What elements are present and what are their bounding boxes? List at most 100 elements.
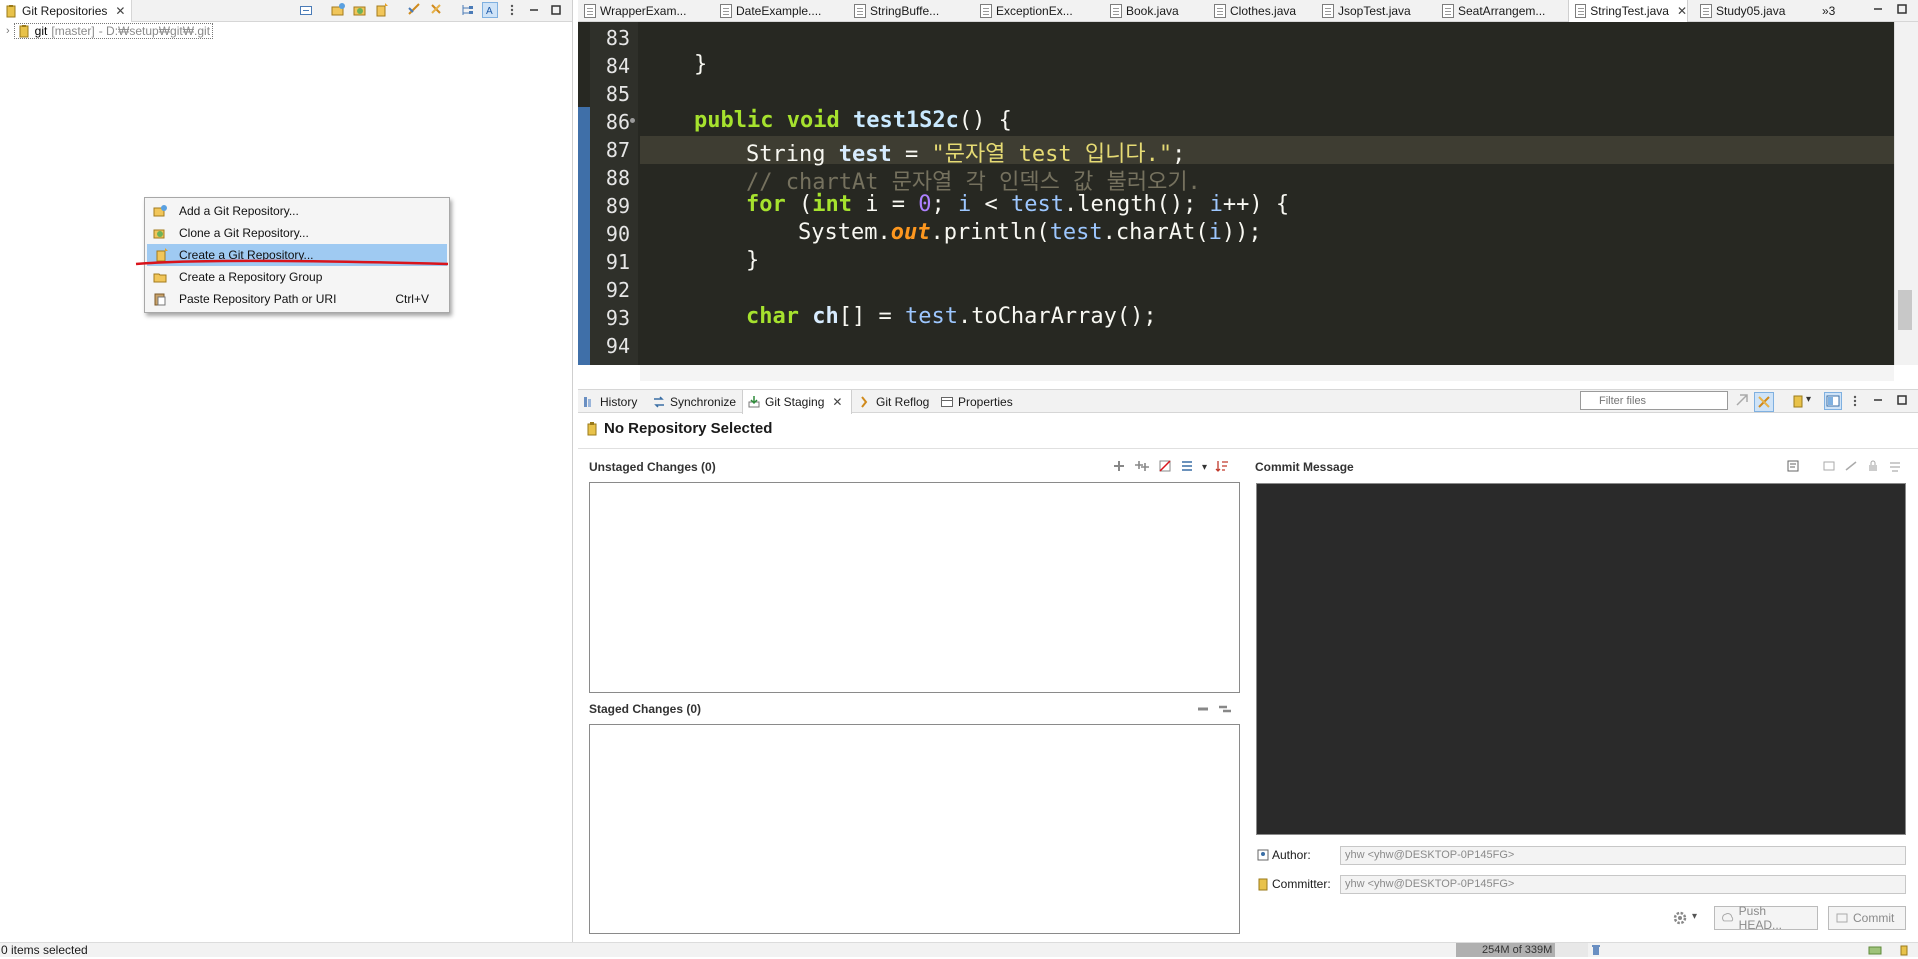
commit-button[interactable]: Commit xyxy=(1828,906,1906,930)
heap-status[interactable]: 254M of 339M xyxy=(1456,943,1588,957)
editor-tab-label: WrapperExam... xyxy=(600,4,687,18)
change-ruler xyxy=(578,107,590,365)
stage-selected-icon[interactable] xyxy=(1112,459,1126,476)
java-file-icon xyxy=(1442,4,1454,18)
link-with-selection-icon[interactable] xyxy=(1754,392,1774,412)
editor-tab-label: JsopTest.java xyxy=(1338,4,1411,18)
unstaged-changes-list[interactable] xyxy=(589,482,1240,693)
refresh-icon[interactable] xyxy=(428,2,444,18)
divider xyxy=(578,448,1918,449)
switch-repository-icon[interactable] xyxy=(1792,394,1804,411)
code-token: } xyxy=(746,248,760,273)
editor-tab-seat-arrangement[interactable]: SeatArrangem... xyxy=(1436,0,1545,22)
menu-item-add-repository[interactable]: Add a Git Repository... xyxy=(145,200,449,222)
tab-properties[interactable]: Properties xyxy=(936,390,1013,414)
show-labels-icon[interactable]: A xyxy=(482,2,498,18)
menu-item-clone-repository[interactable]: Clone a Git Repository... xyxy=(145,222,449,244)
chevron-down-icon[interactable]: ▾ xyxy=(1692,911,1697,922)
maximize-icon[interactable] xyxy=(548,2,564,18)
ignore-icon[interactable] xyxy=(1158,459,1172,476)
tab-git-reflog[interactable]: Git Reflog xyxy=(854,390,929,414)
editor-tab-label: SeatArrangem... xyxy=(1458,4,1546,18)
unstage-all-icon[interactable] xyxy=(1218,702,1232,719)
minimize-icon[interactable] xyxy=(526,2,542,18)
amend-icon[interactable] xyxy=(1822,459,1836,476)
editor-tab-book[interactable]: Book.java xyxy=(1104,0,1179,22)
commit-message-input[interactable] xyxy=(1256,483,1906,835)
history-icon xyxy=(584,397,591,407)
close-icon[interactable]: ✕ xyxy=(832,395,842,409)
gear-icon[interactable] xyxy=(1672,910,1688,929)
editor-tab-string-test[interactable]: StringTest.java ✕ xyxy=(1568,0,1688,22)
line-number: 94 xyxy=(605,334,630,358)
git-repositories-view: Git Repositories ✕ A › git [master] - D:… xyxy=(0,0,573,942)
author-icon xyxy=(1257,849,1269,861)
repository-path: - D:₩setup₩git₩.git xyxy=(98,24,211,38)
tab-git-staging[interactable]: Git Staging ✕ xyxy=(742,390,852,414)
view-menu-icon[interactable] xyxy=(504,2,520,18)
menu-item-paste-repository-path[interactable]: Paste Repository Path or URI Ctrl+V xyxy=(145,288,449,310)
minimize-icon[interactable] xyxy=(1872,2,1884,19)
commit-template-icon[interactable] xyxy=(1786,459,1800,476)
editor-scroll-thumb[interactable] xyxy=(1898,290,1912,330)
close-icon[interactable]: ✕ xyxy=(1677,4,1687,18)
push-head-button-label: Push HEAD... xyxy=(1738,904,1783,932)
menu-item-create-repository-group[interactable]: Create a Repository Group xyxy=(145,266,449,288)
refresh-icon[interactable] xyxy=(1734,393,1750,412)
maximize-icon[interactable] xyxy=(1896,393,1908,410)
sign-off-icon[interactable] xyxy=(1844,459,1858,476)
unstage-selected-icon[interactable] xyxy=(1196,702,1210,719)
fold-marker-icon[interactable] xyxy=(630,118,635,123)
clone-repository-icon[interactable] xyxy=(352,2,368,18)
add-repository-icon[interactable] xyxy=(330,2,346,18)
editor-tab-date-example[interactable]: DateExample.... xyxy=(714,0,821,22)
close-icon[interactable]: ✕ xyxy=(115,4,125,18)
push-head-button[interactable]: Push HEAD... xyxy=(1714,904,1818,932)
chevron-down-icon[interactable]: ▾ xyxy=(1202,462,1207,473)
heap-status-text: 254M of 339M xyxy=(1482,944,1553,956)
staged-changes-list[interactable] xyxy=(589,724,1240,934)
committer-label-text: Committer: xyxy=(1272,877,1331,891)
collapse-all-icon[interactable] xyxy=(298,2,314,18)
repository-label[interactable]: git [master] - D:₩setup₩git₩.git xyxy=(13,23,214,39)
code-line: public void test1S2c() { xyxy=(694,108,1012,133)
author-field[interactable]: yhw <yhw@DESKTOP-0P145FG> xyxy=(1340,846,1906,865)
tab-history[interactable]: History xyxy=(578,390,637,414)
line-number: 91 xyxy=(605,250,630,274)
editor-horizontal-scrollbar[interactable] xyxy=(640,365,1894,381)
link-with-selection-icon[interactable] xyxy=(406,2,422,18)
editor-tab-wrapper-example[interactable]: WrapperExam... xyxy=(578,0,686,22)
chevron-right-icon[interactable]: › xyxy=(6,25,10,37)
editor-tab-exception-example[interactable]: ExceptionEx... xyxy=(974,0,1073,22)
tab-synchronize[interactable]: Synchronize xyxy=(648,390,736,414)
list-view-icon[interactable] xyxy=(1180,459,1194,476)
layout-icon[interactable] xyxy=(1824,392,1842,410)
editor-tab-label: Clothes.java xyxy=(1230,4,1297,18)
editor-tab-bar: WrapperExam... DateExample.... StringBuf… xyxy=(578,0,1918,22)
minimize-icon[interactable] xyxy=(1872,393,1884,410)
create-repository-icon[interactable] xyxy=(374,2,390,18)
menu-item-label: Add a Git Repository... xyxy=(179,204,299,218)
tab-git-repositories[interactable]: Git Repositories ✕ xyxy=(0,0,133,22)
editor-tab-clothes[interactable]: Clothes.java xyxy=(1208,0,1296,22)
stage-all-icon[interactable] xyxy=(1134,459,1150,476)
editor-tab-overflow[interactable]: »3 xyxy=(1816,0,1835,22)
maximize-icon[interactable] xyxy=(1896,2,1908,19)
committer-field[interactable]: yhw <yhw@DESKTOP-0P145FG> xyxy=(1340,875,1906,894)
hierarchical-layout-icon[interactable] xyxy=(460,2,476,18)
sort-icon[interactable] xyxy=(1215,459,1229,476)
view-menu-icon[interactable] xyxy=(1852,394,1858,411)
repository-tree-item[interactable]: › git [master] - D:₩setup₩git₩.git xyxy=(6,23,214,39)
change-id-icon[interactable] xyxy=(1888,459,1902,476)
code-token: test1S2c xyxy=(852,108,959,133)
editor-tab-study05[interactable]: Study05.java xyxy=(1694,0,1785,22)
filter-files-input[interactable] xyxy=(1580,391,1728,410)
line-number: 89 xyxy=(605,194,630,218)
chevron-down-icon[interactable]: ▾ xyxy=(1806,394,1811,405)
overflow-label: »3 xyxy=(1822,4,1836,18)
properties-icon xyxy=(941,397,953,407)
editor-tab-jsop-test[interactable]: JsopTest.java xyxy=(1316,0,1411,22)
code-token: ; xyxy=(931,192,958,217)
editor-tab-string-buffer[interactable]: StringBuffe... xyxy=(848,0,939,22)
lock-icon[interactable] xyxy=(1866,459,1880,476)
